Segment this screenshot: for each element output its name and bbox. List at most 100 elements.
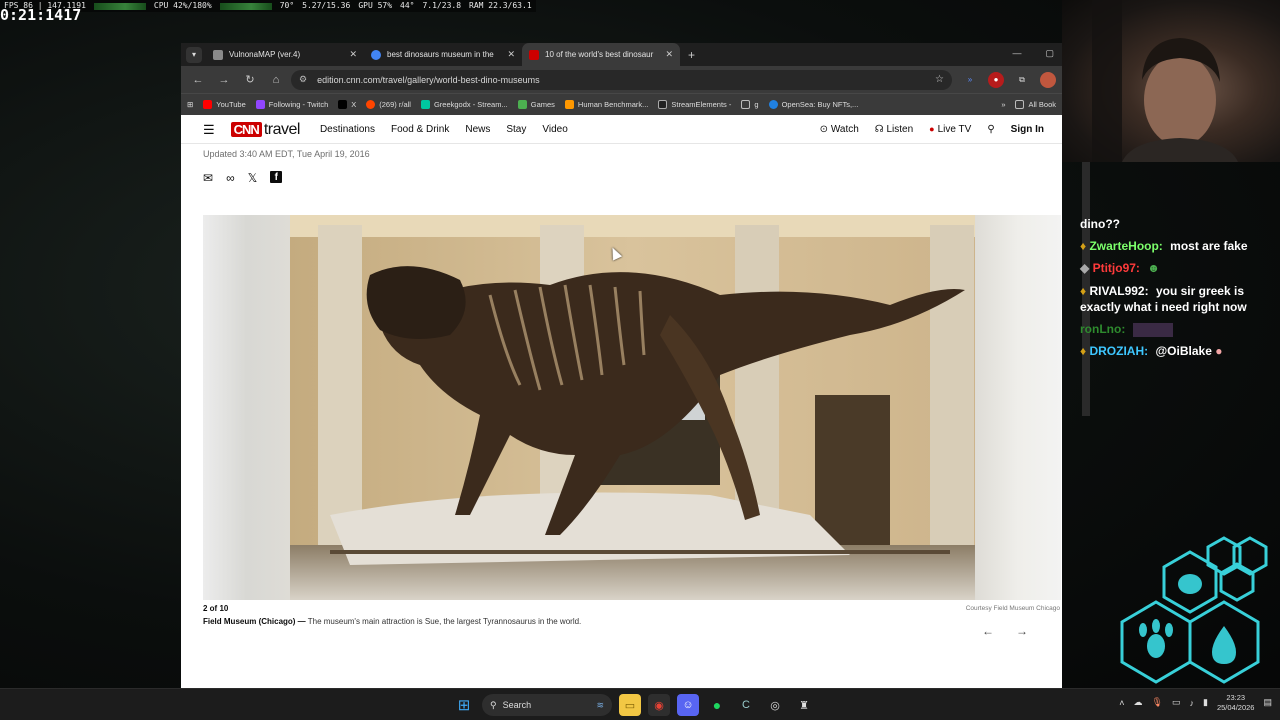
- tab-title: best dinosaurs museum in the: [387, 50, 494, 59]
- folder-icon: [1015, 100, 1025, 109]
- app-ghost-icon[interactable]: ♜: [793, 694, 815, 716]
- stream-chat: dino?? ♦ ZwarteHoop: most are fake ◆ Pti…: [1080, 216, 1280, 365]
- cnn-nav: ☰ CNN travel Destinations Food & Drink N…: [181, 116, 1062, 144]
- tab-close-icon[interactable]: ✕: [665, 49, 673, 60]
- chat-username: Ptitjo97:: [1092, 261, 1140, 276]
- search-icon[interactable]: ⚲: [987, 124, 994, 135]
- windows-start-icon[interactable]: ⊞: [453, 694, 475, 716]
- notification-icon[interactable]: ▤: [1263, 697, 1272, 708]
- gpu-temp: 44°: [400, 1, 415, 10]
- bookmark-streamelements[interactable]: StreamElements -: [658, 100, 731, 109]
- nav-stay[interactable]: Stay: [506, 124, 526, 135]
- x-share-icon[interactable]: 𝕏: [248, 171, 258, 185]
- bookmark-reddit[interactable]: (269) r/all: [366, 100, 411, 109]
- chat-badge-icon: ♦: [1080, 344, 1087, 359]
- bookmark-games[interactable]: Games: [517, 100, 555, 109]
- new-tab-icon[interactable]: +: [688, 48, 695, 62]
- tab-search-icon[interactable]: ▾: [186, 46, 202, 63]
- nav-news[interactable]: News: [465, 124, 490, 135]
- bookmark-star-icon[interactable]: ☆: [935, 74, 944, 85]
- cnn-logo-text: CNN: [230, 121, 262, 137]
- battery-icon[interactable]: ▮: [1203, 697, 1208, 708]
- games-icon: [517, 100, 527, 109]
- home-icon[interactable]: ⌂: [265, 74, 287, 86]
- tab-close-icon[interactable]: ✕: [507, 49, 515, 60]
- volume-icon[interactable]: ♪: [1189, 698, 1194, 708]
- extensions-puzzle-icon[interactable]: ⧉: [1014, 72, 1030, 88]
- fps-graph: [93, 3, 146, 10]
- emote-icon: [1132, 322, 1173, 337]
- all-bookmarks[interactable]: All Book: [1015, 100, 1056, 109]
- back-icon[interactable]: ←: [187, 74, 209, 86]
- bookmarks-bar: ⊞ YouTube Following - Twitch X (269) r/a…: [181, 93, 1062, 115]
- bookmark-greekgodx[interactable]: Greekgodx - Stream...: [420, 100, 508, 109]
- address-bar[interactable]: ⚙ edition.cnn.com/travel/gallery/world-b…: [291, 69, 952, 90]
- obs-icon[interactable]: ◎: [764, 694, 786, 716]
- file-explorer-icon[interactable]: ▭: [619, 694, 641, 716]
- clock-date: 25/04/2026: [1216, 702, 1255, 712]
- streamer-silhouette: [1092, 0, 1238, 162]
- email-share-icon[interactable]: ✉: [203, 171, 213, 185]
- extension-record-icon[interactable]: ●: [988, 71, 1004, 88]
- cnn-travel-logo[interactable]: CNN travel: [230, 121, 300, 139]
- taskbar-search[interactable]: ⚲ Search ≋: [482, 694, 612, 716]
- spotify-icon[interactable]: ●: [706, 694, 728, 716]
- bookmark-x[interactable]: X: [338, 100, 356, 109]
- tab-cnn-dinosaurs[interactable]: 10 of the world's best dinosaur ✕: [522, 43, 680, 66]
- tray-overflow-icon[interactable]: ˄: [1119, 698, 1124, 708]
- gallery-image[interactable]: [203, 215, 1061, 600]
- gallery-blur-right: [975, 215, 1061, 600]
- previous-arrow-icon[interactable]: ←: [982, 624, 994, 638]
- chat-username: DROZIAH:: [1089, 344, 1149, 359]
- maximize-icon[interactable]: ▢: [1045, 48, 1054, 59]
- bookmark-twitch[interactable]: Following - Twitch: [255, 100, 328, 109]
- nav-video[interactable]: Video: [542, 124, 567, 135]
- cpu-mem: 5.27/15.36: [302, 1, 351, 10]
- bookmark-youtube[interactable]: YouTube: [203, 100, 246, 109]
- extension-wave-icon[interactable]: »: [962, 72, 978, 88]
- microphone-icon[interactable]: 🎙: [1152, 697, 1163, 708]
- window-controls: — ▢: [1012, 48, 1054, 59]
- bookmarks-overflow-icon[interactable]: »: [1001, 100, 1005, 109]
- sign-in-button[interactable]: Sign In: [1011, 124, 1044, 135]
- tab-vulnonamap[interactable]: VulnonaMAP (ver.4) ✕: [206, 43, 364, 66]
- chrome-icon[interactable]: ◉: [648, 694, 670, 716]
- ram-readout: RAM 22.3/63.1: [469, 1, 532, 10]
- facebook-share-icon[interactable]: f: [270, 171, 283, 183]
- site-info-icon[interactable]: ⚙: [299, 74, 307, 85]
- chat-message: ♦ DROZIAH: @OiBlake ●: [1080, 343, 1280, 359]
- profile-avatar[interactable]: [1040, 71, 1056, 88]
- nav-destinations[interactable]: Destinations: [320, 124, 375, 135]
- browser-toolbar: ← → ↻ ⌂ ⚙ edition.cnn.com/travel/gallery…: [181, 66, 1062, 93]
- menu-icon[interactable]: ☰: [203, 122, 215, 138]
- live-dot-icon: ●: [929, 124, 935, 134]
- forward-icon[interactable]: →: [213, 74, 235, 86]
- search-icon: ⚲: [490, 699, 497, 710]
- benchmark-icon: [564, 100, 574, 109]
- chat-text: most are fake: [1170, 239, 1248, 254]
- listen-button[interactable]: ☊ Listen: [875, 124, 913, 135]
- onedrive-icon[interactable]: ☁: [1134, 697, 1143, 708]
- bookmark-human-benchmark[interactable]: Human Benchmark...: [564, 100, 648, 109]
- live-tv-button[interactable]: ● Live TV: [929, 124, 971, 135]
- minimize-icon[interactable]: —: [1012, 48, 1021, 59]
- tab-title: VulnonaMAP (ver.4): [229, 50, 301, 59]
- reload-icon[interactable]: ↻: [239, 73, 261, 86]
- chat-message: ♦ ZwarteHoop: most are fake: [1080, 238, 1280, 254]
- link-share-icon[interactable]: ∞: [226, 171, 235, 185]
- next-arrow-icon[interactable]: →: [1016, 624, 1028, 638]
- nav-food-drink[interactable]: Food & Drink: [391, 124, 449, 135]
- taskbar-apps: ⊞ ⚲ Search ≋ ▭ ◉ ☺ ● C ◎ ♜: [453, 694, 815, 716]
- tab-close-icon[interactable]: ✕: [349, 49, 357, 60]
- tab-google-search[interactable]: best dinosaurs museum in the ✕: [364, 43, 522, 66]
- taskbar-clock[interactable]: 23:23 25/04/2026: [1217, 693, 1255, 713]
- twitch-icon: [255, 100, 265, 109]
- network-icon[interactable]: ▭: [1172, 697, 1181, 708]
- chat-badge-icon: ♦: [1080, 239, 1087, 254]
- bookmark-opensea[interactable]: OpenSea: Buy NFTs,...: [768, 100, 858, 109]
- apps-icon[interactable]: ⊞: [187, 100, 193, 109]
- bookmark-folder-g[interactable]: g: [741, 100, 759, 109]
- app-c-icon[interactable]: C: [735, 694, 757, 716]
- watch-button[interactable]: ⊙ Watch: [820, 124, 859, 135]
- discord-icon[interactable]: ☺: [677, 694, 699, 716]
